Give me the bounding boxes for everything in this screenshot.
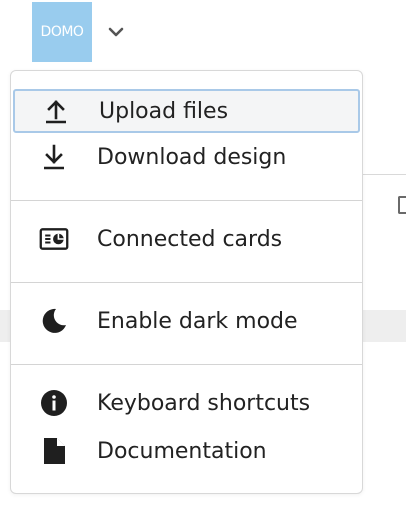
menu-item-label: Download design bbox=[97, 144, 287, 170]
download-icon bbox=[39, 142, 69, 172]
menu-divider bbox=[11, 200, 362, 201]
menu-divider bbox=[11, 282, 362, 283]
menu-item-download-design[interactable]: Download design bbox=[13, 135, 360, 179]
document-icon bbox=[39, 436, 69, 466]
background-checkbox-edge bbox=[398, 196, 406, 214]
chevron-down-icon[interactable] bbox=[104, 20, 128, 44]
menu-item-label: Keyboard shortcuts bbox=[97, 390, 311, 416]
card-chart-icon bbox=[39, 224, 69, 254]
menu-item-upload-files[interactable]: Upload files bbox=[13, 89, 360, 133]
logo-text: DOMO bbox=[40, 24, 84, 40]
menu-item-label: Upload files bbox=[99, 98, 229, 124]
domo-logo[interactable]: DOMO bbox=[32, 2, 92, 62]
moon-icon bbox=[39, 306, 69, 336]
upload-icon bbox=[41, 96, 71, 126]
menu-item-connected-cards[interactable]: Connected cards bbox=[13, 217, 360, 261]
app-menu-dropdown: Upload files Download design Connected c… bbox=[10, 70, 363, 494]
menu-item-label: Connected cards bbox=[97, 226, 283, 252]
menu-item-keyboard-shortcuts[interactable]: Keyboard shortcuts bbox=[13, 381, 360, 425]
info-icon bbox=[39, 388, 69, 418]
menu-item-documentation[interactable]: Documentation bbox=[13, 429, 360, 473]
menu-item-label: Documentation bbox=[97, 438, 267, 464]
menu-item-label: Enable dark mode bbox=[97, 308, 298, 334]
background-divider bbox=[360, 174, 406, 175]
menu-divider bbox=[11, 364, 362, 365]
menu-item-enable-dark-mode[interactable]: Enable dark mode bbox=[13, 299, 360, 343]
